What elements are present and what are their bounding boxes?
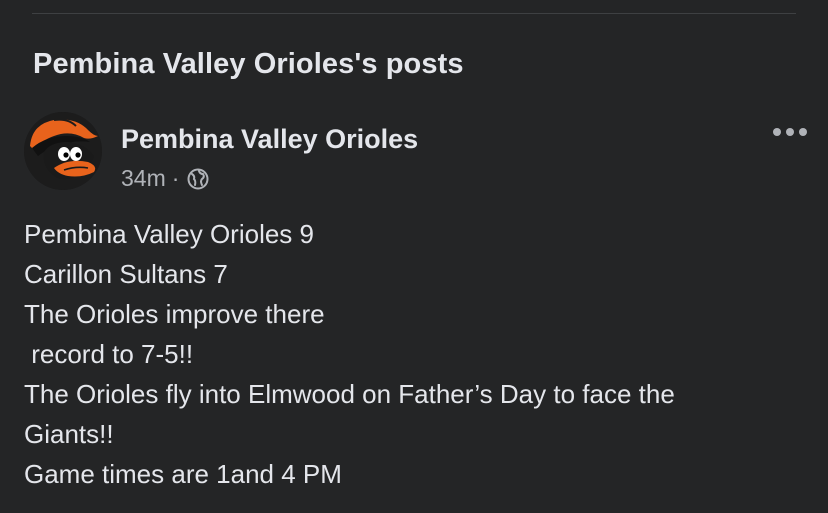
post-body: Pembina Valley Orioles 9 Carillon Sultan… (24, 214, 814, 494)
post-text-line: Giants!! (24, 419, 114, 449)
post-timestamp[interactable]: 34m (121, 165, 166, 192)
post-text-line: Game times are 1and 4 PM (24, 459, 342, 489)
post-text-line: Pembina Valley Orioles 9 (24, 219, 314, 249)
post-text-line: record to 7-5!! (24, 339, 194, 369)
globe-icon[interactable] (187, 168, 209, 190)
meta-separator: · (171, 165, 180, 191)
section-title: Pembina Valley Orioles's posts (33, 48, 464, 80)
post-meta: 34m · (121, 165, 209, 192)
post-author-name[interactable]: Pembina Valley Orioles (121, 124, 418, 155)
orioles-logo-icon[interactable] (24, 112, 102, 190)
post-text-line: Carillon Sultans 7 (24, 259, 228, 289)
post-text-line: The Orioles fly into Elmwood on Father’s… (24, 379, 675, 409)
post-text-line: The Orioles improve there (24, 299, 325, 329)
top-divider (32, 13, 796, 14)
more-options-icon[interactable] (770, 120, 810, 144)
